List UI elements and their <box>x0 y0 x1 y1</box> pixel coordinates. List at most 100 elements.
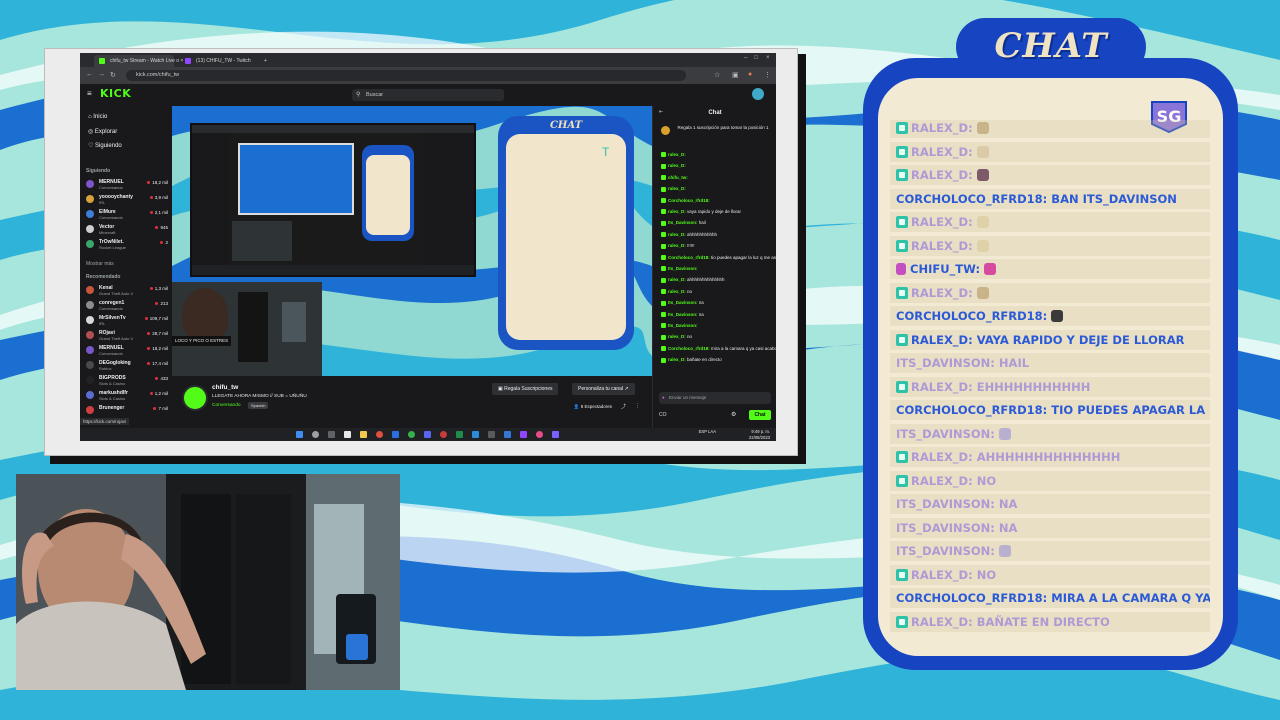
url-field[interactable]: kick.com/chifu_tw <box>126 70 686 81</box>
sidebar-channel[interactable]: BIGPRODS Slots & Casino 433 <box>86 374 168 387</box>
chrome-icon[interactable] <box>376 431 383 438</box>
reload-icon[interactable]: ↻ <box>110 71 116 79</box>
taskbar-clock[interactable]: 9:49 p. m. 22/08/2023 <box>749 429 770 440</box>
chat-username[interactable]: Corcholoco_rfrd18: <box>668 255 711 260</box>
edge-icon[interactable] <box>472 431 479 438</box>
minimize-icon[interactable]: – <box>744 55 747 61</box>
sidebar-channel[interactable]: ElMure Conversando 2,1 mil <box>86 208 168 221</box>
search-input[interactable]: ⚲ Buscar <box>352 89 504 101</box>
stream-player[interactable]: LOCO Y PICO O ESTRES CHAT T <box>172 106 652 376</box>
profile-icon[interactable]: ● <box>748 71 752 78</box>
pinned-gift-banner[interactable]: Regala 1 suscripción para tomar la posic… <box>657 124 773 150</box>
spotify-icon[interactable] <box>408 431 415 438</box>
customize-channel-button[interactable]: Personaliza tu canal ↗ <box>572 383 635 395</box>
chat-username[interactable]: Its_Davinson: <box>668 266 698 271</box>
kick-logo[interactable]: KICK <box>100 87 131 100</box>
avatar <box>86 240 94 248</box>
chat-message: Its_Davinson: <box>661 323 698 329</box>
channel-avatar[interactable] <box>182 385 208 411</box>
tab-twitch[interactable]: (13) CHIFU_TW - Twitch <box>180 55 260 67</box>
chat-username[interactable]: Its_Davinson: <box>668 300 699 305</box>
extensions-icon[interactable]: ▣ <box>732 71 739 79</box>
chat-username[interactable]: ralex_D: <box>668 186 686 191</box>
collapse-chat-icon[interactable]: ⇤ <box>659 109 663 115</box>
sidebar-channel[interactable]: DEGogloking Roblox 17,4 mil <box>86 359 168 372</box>
sidebar-channel[interactable]: Kenal Grand Theft Auto V 1,3 mil <box>86 284 168 297</box>
chat-username[interactable]: ralex_D: <box>668 163 686 168</box>
hamburger-icon[interactable]: ≡ <box>87 89 92 98</box>
app-icon[interactable] <box>488 431 495 438</box>
language-tag[interactable]: Spanish <box>248 402 269 409</box>
sidebar-channel[interactable]: MERNUEL Conversando 18,2 mil <box>86 344 168 357</box>
obs-icon[interactable] <box>440 431 447 438</box>
file-explorer-icon[interactable] <box>360 431 367 438</box>
forward-icon[interactable]: → <box>98 71 105 78</box>
chat-username[interactable]: Its_Davinson: <box>668 323 698 328</box>
app-icon[interactable] <box>504 431 511 438</box>
chat-username[interactable]: ralex_D: <box>668 277 687 282</box>
chat-username[interactable]: ralex_D: <box>668 289 687 294</box>
avatar <box>86 376 94 384</box>
app-icon[interactable] <box>536 431 543 438</box>
sidebar-channel[interactable]: conregen1 Conversando 213 <box>86 299 168 312</box>
app-icon[interactable] <box>392 431 399 438</box>
user-avatar[interactable] <box>752 88 764 100</box>
overlay-message-text: VAYA RAPIDO Y DEJE DE LLORAR <box>972 332 1185 347</box>
chat-username[interactable]: chifu_tw: <box>668 175 688 180</box>
chat-username[interactable]: Its_Davinson: <box>668 312 699 317</box>
sidebar-channel[interactable]: MERNUEL Conversando 18,2 mil <box>86 178 168 191</box>
chat-send-button[interactable]: Chat <box>749 410 771 420</box>
sidebar-channel[interactable]: yooooychanty IRL 3,9 mil <box>86 193 168 206</box>
discord-icon[interactable] <box>424 431 431 438</box>
windows-start-icon[interactable] <box>296 431 303 438</box>
chat-username[interactable]: ralex_D: <box>668 357 687 362</box>
taskbar-language[interactable]: ESP LAA <box>699 429 716 435</box>
sidebar-channel[interactable]: Brunenger 7 mil <box>86 404 168 417</box>
settings-gear-icon[interactable]: ⚙ <box>731 411 736 418</box>
more-icon[interactable]: ⋮ <box>635 403 640 409</box>
sidebar-item-inicio[interactable]: ⌂ Inicio <box>88 114 107 120</box>
tab-kick[interactable]: chifu_tw Stream - Watch Live o × <box>94 55 183 67</box>
gift-subs-button[interactable]: ▣ Regala Suscripciones <box>492 383 559 395</box>
channel-name[interactable]: chifu_tw <box>212 384 238 391</box>
menu-dots-icon[interactable]: ⋮ <box>764 71 771 79</box>
chat-username[interactable]: ralex_D: <box>668 232 687 237</box>
sidebar-channel[interactable]: markushdlfr Slots & Casino 1,2 mil <box>86 389 168 402</box>
sidebar-channel[interactable]: ROjavi Grand Theft Auto V 28,7 mil <box>86 329 168 342</box>
show-more-link[interactable]: Mostrar más <box>86 261 114 267</box>
points-label[interactable]: CO <box>659 412 667 418</box>
chat-username[interactable]: ralex_D: <box>668 209 687 214</box>
chat-username[interactable]: ralex_D: <box>668 152 686 157</box>
search-taskbar-icon[interactable] <box>312 431 319 438</box>
new-tab-button[interactable]: + <box>264 55 274 67</box>
task-view-icon[interactable] <box>328 431 335 438</box>
chat-username[interactable]: ralex_D: <box>668 334 687 339</box>
sidebar-channel[interactable]: MrSilvenTv IRL 109,7 mil <box>86 314 168 327</box>
twitch-icon[interactable] <box>520 431 527 438</box>
channel-category: Conversando <box>99 185 123 190</box>
sidebar-channel[interactable]: TrOwNilet. Rocket League 2 <box>86 238 168 251</box>
stream-category[interactable]: Conversando <box>212 403 241 408</box>
excel-icon[interactable] <box>456 431 463 438</box>
sidebar-channel[interactable]: Vector Minecraft 945 <box>86 223 168 236</box>
star-icon[interactable]: ☆ <box>714 71 720 79</box>
app-icon[interactable] <box>344 431 351 438</box>
maximize-icon[interactable]: □ <box>754 55 758 61</box>
close-icon[interactable]: × <box>766 55 770 61</box>
app-icon[interactable] <box>552 431 559 438</box>
chat-username[interactable]: Corcholoco_rfrd18: <box>668 198 710 203</box>
viewer-count: 1,3 mil <box>150 286 168 291</box>
back-icon[interactable]: ← <box>86 71 93 78</box>
search-placeholder: Buscar <box>366 92 384 98</box>
chat-username[interactable]: Its_Davinson: <box>668 220 699 225</box>
sidebar-item-explorar[interactable]: ◎ Explorar <box>88 128 117 135</box>
sidebar-item-siguiendo[interactable]: ♡ Siguiendo <box>88 142 122 149</box>
message-content: RALEX_D: <box>896 120 989 138</box>
overlay-chat-message: ITS_DAVINSON: <box>890 541 1210 561</box>
chat-message-input[interactable]: ● Enviar un mensaje <box>659 392 771 404</box>
chat-username[interactable]: Corcholoco_rfrd18: <box>668 346 711 351</box>
viewer-count: 3,9 mil <box>150 195 168 200</box>
share-icon[interactable]: ⤴ <box>621 403 626 410</box>
overlay-username: CHIFU_TW: <box>910 262 981 276</box>
chat-username[interactable]: ralex_D: <box>668 243 687 248</box>
